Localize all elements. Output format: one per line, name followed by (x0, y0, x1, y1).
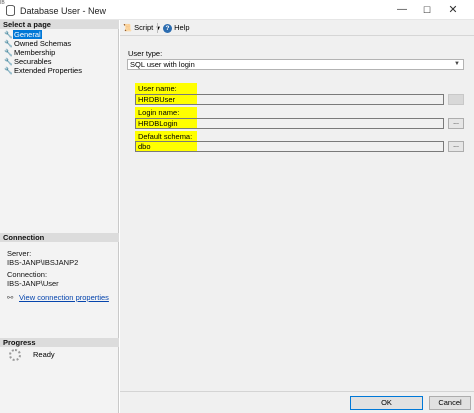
help-icon: ? (163, 23, 172, 33)
user-type-label: User type: (128, 49, 163, 58)
page-item-owned-schemas[interactable]: 🔧Owned Schemas (4, 39, 72, 48)
page-item-label: Membership (14, 48, 56, 57)
title-bar: IB Database User - New — ☐ ✕ (0, 0, 474, 20)
close-button[interactable]: ✕ (440, 3, 466, 17)
page-item-general[interactable]: 🔧General (4, 30, 42, 39)
page-item-label: Securables (14, 57, 52, 66)
connection-label: Connection: (7, 270, 48, 279)
user-type-select[interactable]: SQL user with login ▼ (127, 59, 464, 70)
server-value: IBS-JANP\IBSJANP2 (7, 258, 79, 267)
user-name-input[interactable]: HRDBUser (135, 94, 444, 105)
page-item-label: Owned Schemas (14, 39, 72, 48)
dialog-footer: OK Cancel (120, 391, 474, 413)
corner-text: IB (0, 0, 5, 6)
script-button[interactable]: 📜 Script ▼ (123, 23, 161, 33)
page-item-label: General (13, 30, 42, 39)
login-name-browse-button[interactable]: ... (448, 118, 464, 129)
toolbar-separator (157, 23, 158, 33)
maximize-button[interactable]: ☐ (414, 3, 440, 17)
wrench-icon: 🔧 (4, 68, 13, 75)
connection-value: IBS-JANP\User (7, 279, 59, 288)
view-connection-properties-link[interactable]: ⚯ View connection properties (7, 293, 109, 302)
progress-heading: Progress (0, 338, 119, 347)
left-pane: Select a page 🔧General 🔧Owned Schemas 🔧M… (0, 20, 119, 413)
view-connection-properties-label: View connection properties (19, 293, 109, 302)
page-item-extended-properties[interactable]: 🔧Extended Properties (4, 66, 83, 75)
cancel-button[interactable]: Cancel (429, 396, 471, 410)
connection-heading: Connection (0, 233, 119, 242)
select-page-heading: Select a page (0, 20, 119, 29)
progress-spinner-icon (9, 349, 21, 361)
toolbar: 📜 Script ▼ ? Help (120, 20, 474, 36)
script-icon: 📜 (123, 24, 132, 32)
connection-properties-icon: ⚯ (7, 293, 14, 302)
progress-status: Ready (33, 350, 55, 359)
page-item-label: Extended Properties (14, 66, 82, 75)
help-label: Help (174, 23, 190, 32)
page-item-securables[interactable]: 🔧Securables (4, 57, 53, 66)
ok-button[interactable]: OK (350, 396, 423, 410)
default-schema-input[interactable]: dbo (135, 141, 444, 152)
login-name-input[interactable]: HRDBLogin (135, 118, 444, 129)
help-button[interactable]: ? Help (163, 23, 190, 33)
default-schema-browse-button[interactable]: ... (448, 141, 464, 152)
user-name-browse-button (448, 94, 464, 105)
chevron-down-icon: ▼ (454, 61, 460, 67)
server-label: Server: (7, 249, 32, 258)
window-title: Database User - New (20, 6, 107, 16)
main-pane: 📜 Script ▼ ? Help User type: SQL user wit… (120, 20, 474, 413)
script-label: Script (134, 23, 154, 32)
user-type-value: SQL user with login (130, 60, 195, 69)
minimize-button[interactable]: — (389, 3, 415, 17)
database-icon (6, 5, 15, 16)
page-item-membership[interactable]: 🔧Membership (4, 48, 56, 57)
